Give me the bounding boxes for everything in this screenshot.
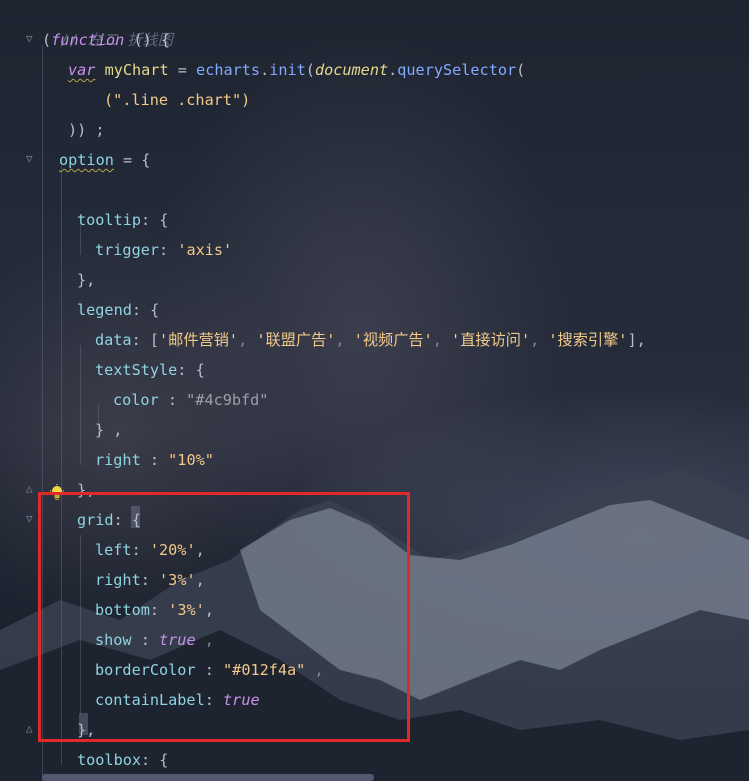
code-line: toolbox: { [77, 745, 168, 775]
punctuation: : { [141, 211, 169, 229]
property-key: trigger [95, 241, 160, 259]
punctuation: . [388, 61, 398, 79]
code-line: right : "10%" [95, 445, 214, 475]
punctuation: : { [177, 361, 205, 379]
string-literal: '联盟广告' [256, 331, 336, 349]
punctuation: . [260, 61, 270, 79]
code-line: trigger: 'axis' [95, 235, 232, 265]
punctuation: ( [516, 61, 526, 79]
horizontal-scrollbar[interactable] [42, 774, 374, 781]
property-key: legend [77, 301, 132, 319]
object-name: echarts [196, 61, 261, 79]
code-line: textStyle: { [95, 355, 205, 385]
code-line: var myChart = echarts.init(document.quer… [68, 55, 525, 85]
string-literal: '直接访问' [451, 331, 531, 349]
fold-marker-icon[interactable]: ▽ [26, 504, 38, 534]
variable-name: option [59, 151, 114, 169]
property-key: tooltip [77, 211, 142, 229]
keyword-var: var [68, 61, 96, 79]
punctuation: () { [124, 31, 171, 49]
fold-marker-icon[interactable]: ▽ [26, 144, 38, 174]
code-line: data: ['邮件营销', '联盟广告', '视频广告', '直接访问', '… [95, 325, 646, 355]
object-name: document [314, 61, 389, 79]
code-line: // 左二 折线图 [42, 0, 173, 49]
string-literal: 'axis' [177, 241, 233, 259]
punctuation: : { [131, 301, 160, 319]
code-line: (".line .chart") [104, 85, 250, 115]
punctuation: ], [627, 331, 646, 349]
property-key: toolbox [77, 751, 142, 769]
punctuation: , [432, 331, 452, 349]
code-line: } , [95, 415, 122, 445]
punctuation: )) ; [68, 121, 105, 139]
code-line: color : "#4c9bfd" [113, 385, 268, 415]
punctuation: , [238, 331, 257, 349]
punctuation: : { [141, 751, 169, 769]
punctuation: , [335, 331, 354, 349]
punctuation: ( [305, 61, 315, 79]
method-name: init [269, 61, 306, 79]
punctuation: , [530, 331, 549, 349]
code-line: legend: { [77, 295, 159, 325]
string-literal: "10%" [168, 451, 214, 469]
variable-name: myChart [104, 61, 169, 79]
code-line: }, [77, 265, 95, 295]
code-line: tooltip: { [77, 205, 168, 235]
property-key: right [95, 451, 141, 469]
property-key: color [113, 391, 159, 409]
property-key: textStyle [95, 361, 178, 379]
fold-marker-icon[interactable]: ▽ [26, 24, 38, 54]
string-literal: "#4c9bfd" [186, 391, 269, 409]
punctuation: } , [95, 421, 123, 439]
fold-marker-icon[interactable]: △ [26, 474, 38, 504]
punctuation: : [159, 241, 178, 259]
operator: = [168, 61, 197, 79]
method-name: querySelector [397, 61, 517, 79]
punctuation: : [158, 391, 187, 409]
string-literal: (".line .chart") [104, 91, 251, 109]
code-editor: { "editor": { "lines": { "l0": { "commen… [0, 0, 749, 781]
string-literal: '邮件营销' [159, 331, 239, 349]
keyword-function: function [51, 31, 125, 49]
punctuation: ( [42, 31, 52, 49]
punctuation: }, [77, 271, 96, 289]
punctuation: : [ [131, 331, 160, 349]
punctuation: : [140, 451, 169, 469]
string-literal: '搜索引擎' [548, 331, 628, 349]
red-annotation-box [38, 492, 410, 742]
code-line: option = { [59, 145, 150, 175]
code-line: )) ; [68, 115, 105, 145]
property-key: data [95, 331, 132, 349]
string-literal: '视频广告' [353, 331, 433, 349]
code-line: (function () { [42, 25, 170, 55]
fold-marker-icon[interactable]: △ [26, 714, 38, 744]
punctuation: = { [113, 151, 151, 169]
